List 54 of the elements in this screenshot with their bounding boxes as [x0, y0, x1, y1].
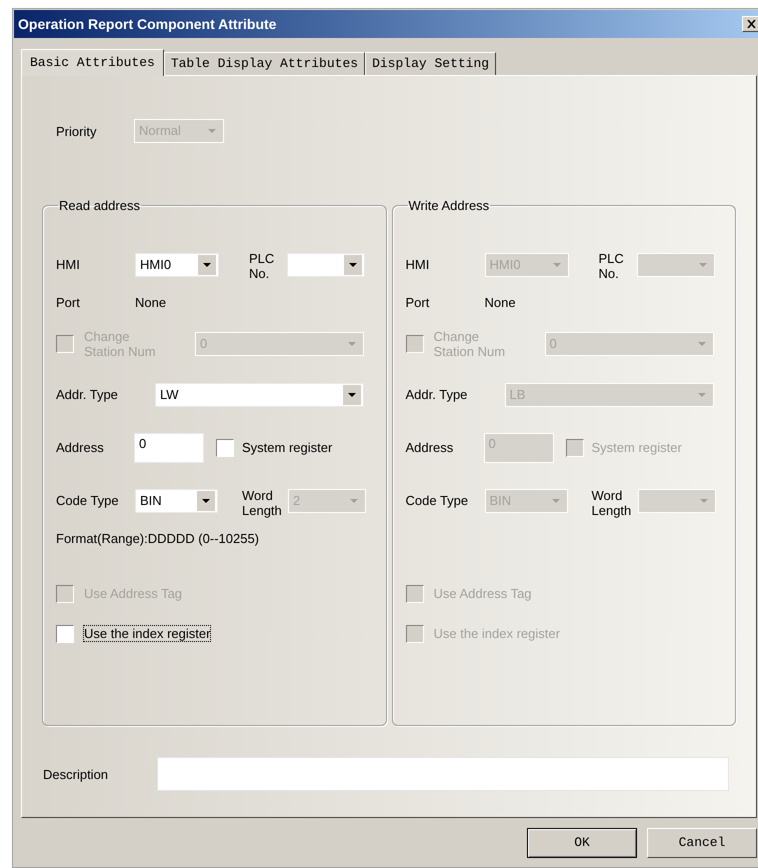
dropdown[interactable]: HMI0	[135, 252, 219, 276]
caret-icon	[203, 262, 211, 266]
caret-icon	[350, 498, 358, 502]
caret-icon	[698, 392, 706, 396]
field-label: Word Length	[592, 488, 632, 518]
field-label: Code Type	[56, 493, 120, 508]
caret-icon	[698, 262, 706, 266]
dropdown[interactable]: BIN	[135, 488, 218, 512]
field-label: Port	[406, 295, 430, 310]
caret-icon	[208, 129, 216, 133]
dialog-button[interactable]: Cancel	[647, 828, 757, 858]
caret-icon	[698, 342, 706, 346]
dialog-button[interactable]: OK	[527, 828, 637, 858]
checkbox-label[interactable]: Use the index register	[84, 626, 210, 641]
field-label: Address	[56, 440, 105, 455]
field-label: PLC No.	[249, 250, 276, 280]
field-label: Addr. Type	[56, 387, 119, 402]
field-label: HMI	[56, 257, 81, 272]
field-label: Port	[56, 295, 81, 310]
checkbox-label[interactable]: System register	[242, 440, 332, 455]
field-label: Addr. Type	[406, 387, 468, 402]
caret-icon	[700, 498, 708, 502]
dropdown-value: HMI0	[140, 256, 172, 274]
close-icon	[746, 20, 756, 28]
field-label: HMI	[406, 257, 430, 272]
caret-icon	[202, 498, 210, 502]
field-label: PLC No.	[598, 250, 625, 280]
tab[interactable]: Basic Attributes	[21, 49, 164, 76]
description-field[interactable]	[157, 757, 729, 791]
dropdown-value: LW	[160, 386, 179, 404]
field-label: Code Type	[406, 493, 470, 508]
dropdown[interactable]: LW	[155, 382, 364, 406]
group-title: Read address	[58, 197, 141, 215]
address-field[interactable]: 0	[134, 432, 204, 462]
checkbox[interactable]	[56, 624, 74, 642]
caret-icon	[349, 262, 357, 266]
field-label: Description	[43, 766, 110, 782]
port-value: None	[484, 294, 516, 312]
tab[interactable]: Display Setting	[365, 52, 496, 75]
field-label: Priority	[56, 124, 98, 138]
caret-icon	[552, 498, 560, 502]
caret-icon	[552, 262, 560, 266]
field-label: Word Length	[242, 488, 283, 518]
caret-icon	[348, 342, 356, 346]
window-title: Operation Report Component Attribute	[18, 14, 276, 34]
checkbox[interactable]	[216, 438, 234, 456]
group-title: Write Address	[408, 197, 490, 215]
caret-icon	[348, 392, 356, 396]
port-value: None	[135, 294, 166, 312]
format-range-text: Format(Range):DDDDD (0--10255)	[56, 530, 259, 546]
close-button[interactable]	[742, 16, 758, 32]
tab[interactable]: Table Display Attributes	[164, 52, 366, 75]
field-label: Address	[406, 440, 454, 455]
dropdown-value: BIN	[140, 492, 162, 510]
